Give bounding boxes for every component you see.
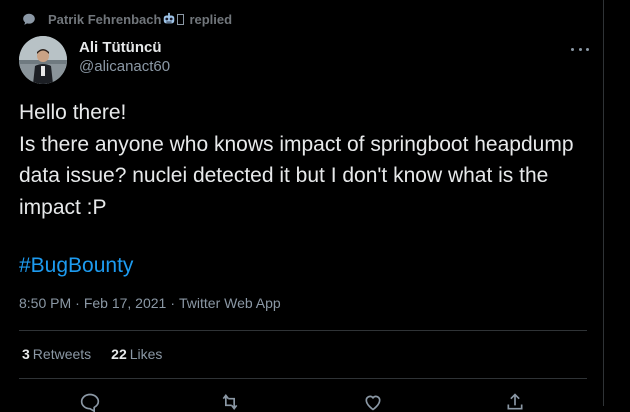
reply-context: Patrik Fehrenbach replied <box>22 11 232 27</box>
divider <box>19 378 587 379</box>
likes-stat[interactable]: 22 Likes <box>111 346 162 362</box>
likes-count: 22 <box>111 346 127 362</box>
meta-separator: · <box>170 295 175 311</box>
missing-glyph-box <box>177 13 185 25</box>
context-action: replied <box>189 11 233 27</box>
reply-icon[interactable] <box>79 392 101 412</box>
tweet-stats: 3 Retweets 22 Likes <box>22 346 162 362</box>
robot-face-icon <box>164 12 175 24</box>
tweet-meta: 8:50 PM · Feb 17, 2021 · Twitter Web App <box>19 295 281 311</box>
action-bar <box>0 392 604 412</box>
retweets-label: Retweets <box>32 346 92 362</box>
tweet-header: Ali Tütüncü @alicanact60 <box>19 36 589 86</box>
retweets-count: 3 <box>22 346 30 362</box>
share-icon[interactable] <box>504 392 526 412</box>
divider <box>19 330 587 331</box>
author-names: Ali Tütüncü @alicanact60 <box>79 38 170 77</box>
retweets-stat[interactable]: 3 Retweets <box>22 346 91 362</box>
hashtag-link[interactable]: #BugBounty <box>19 250 133 281</box>
tweet-date[interactable]: Feb 17, 2021 <box>84 295 167 311</box>
author-display-name[interactable]: Ali Tütüncü <box>79 38 170 57</box>
heart-icon[interactable] <box>362 392 384 412</box>
tweet-text: Hello there! Is there anyone who knows i… <box>19 101 574 219</box>
tweet-source[interactable]: Twitter Web App <box>179 295 281 311</box>
avatar[interactable] <box>19 36 67 84</box>
author-handle[interactable]: @alicanact60 <box>79 57 170 77</box>
context-user-name[interactable]: Patrik Fehrenbach <box>48 12 161 27</box>
tweet-time[interactable]: 8:50 PM <box>19 295 71 311</box>
retweet-icon[interactable] <box>219 392 241 412</box>
meta-separator: · <box>75 295 80 311</box>
more-horizontal-icon[interactable] <box>571 42 589 56</box>
likes-label: Likes <box>129 346 163 362</box>
speech-bubble-icon <box>23 13 35 25</box>
avatar-image <box>19 36 67 84</box>
tweet-card: Patrik Fehrenbach replied Ali Tütüncü @a… <box>0 0 604 412</box>
